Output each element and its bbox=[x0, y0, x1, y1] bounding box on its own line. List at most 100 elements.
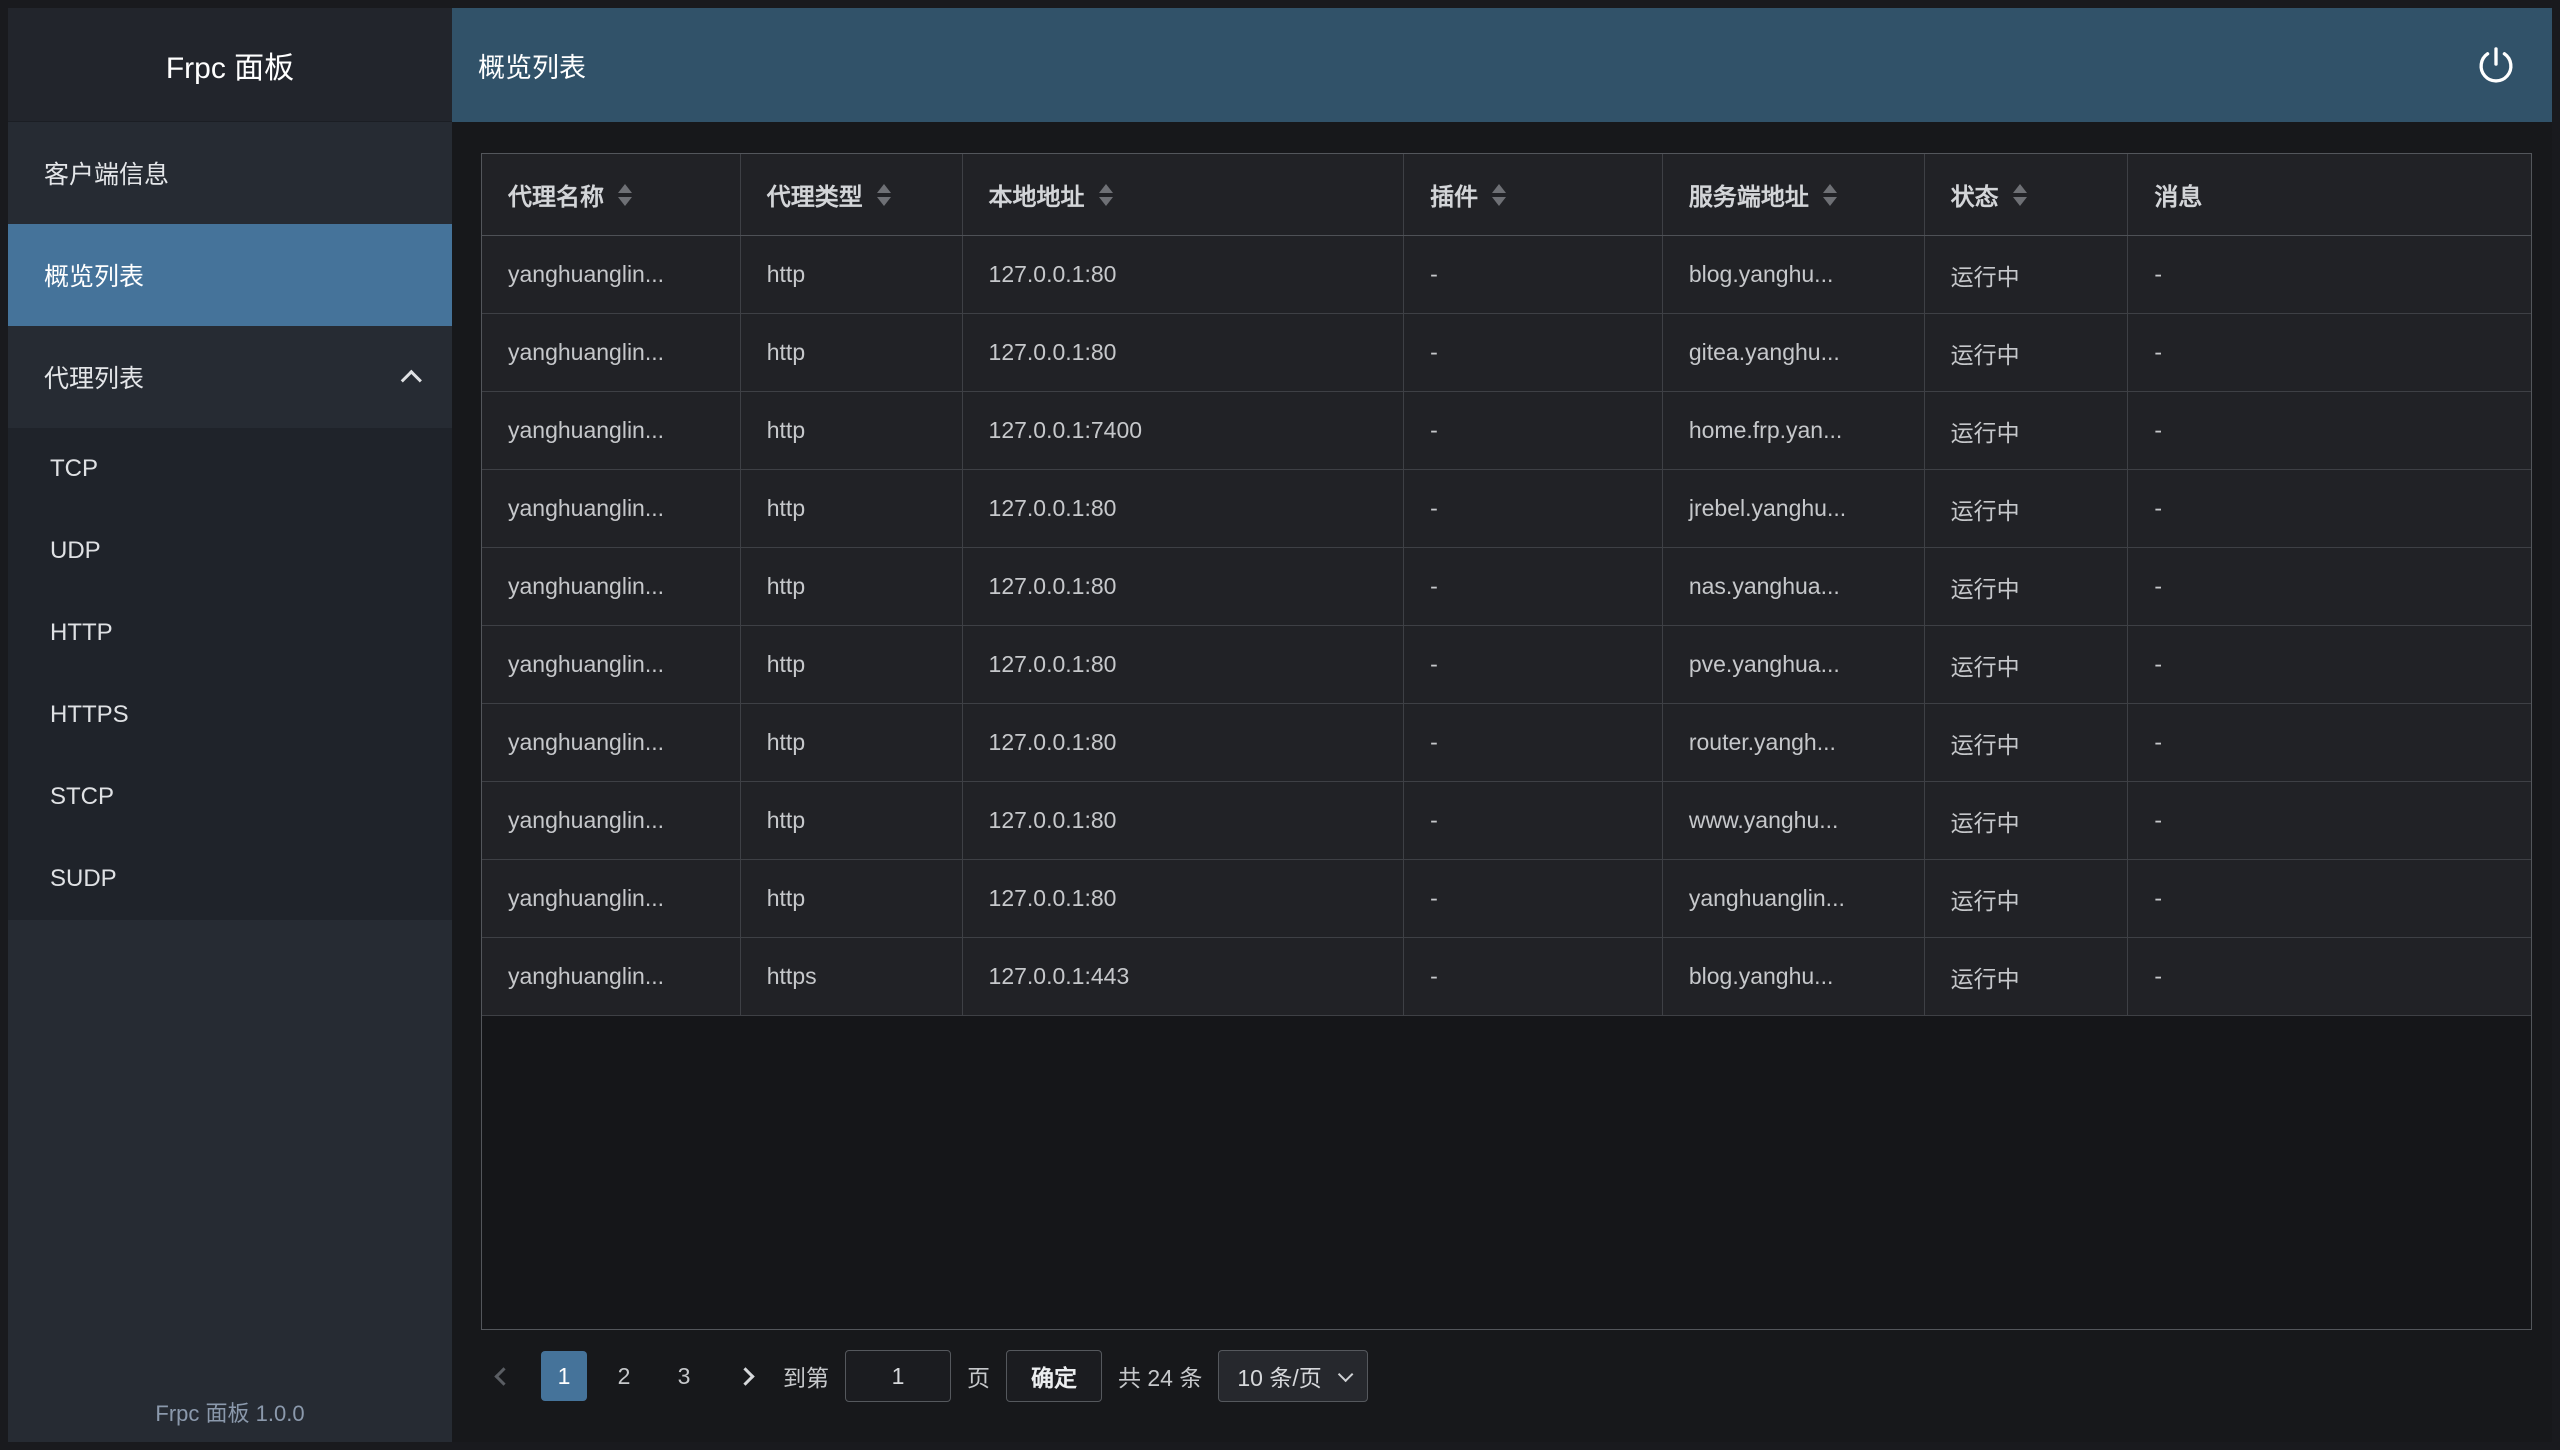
cell-proxy-type: https bbox=[741, 938, 963, 1015]
cell-plugin: - bbox=[1404, 548, 1663, 625]
app-version: Frpc 面板 1.0.0 bbox=[8, 1396, 452, 1428]
sidebar-item-label: 概览列表 bbox=[44, 257, 144, 293]
sidebar-item-sudp[interactable]: SUDP bbox=[8, 838, 452, 920]
sort-descending-icon[interactable] bbox=[1099, 197, 1113, 206]
cell-proxy-name: yanghuanglin... bbox=[482, 626, 741, 703]
sort-descending-icon[interactable] bbox=[1492, 197, 1506, 206]
cell-status: 运行中 bbox=[1925, 236, 2129, 313]
column-header-message: 消息 bbox=[2128, 154, 2531, 235]
cell-proxy-name: yanghuanglin... bbox=[482, 314, 741, 391]
cell-proxy-name: yanghuanglin... bbox=[482, 470, 741, 547]
cell-message: - bbox=[2128, 548, 2531, 625]
cell-status: 运行中 bbox=[1925, 314, 2129, 391]
goto-label: 到第 bbox=[783, 1359, 829, 1393]
table-row: yanghuanglin...http127.0.0.1:80-yanghuan… bbox=[482, 860, 2531, 938]
sort-descending-icon[interactable] bbox=[618, 197, 632, 206]
cell-proxy-name: yanghuanglin... bbox=[482, 236, 741, 313]
cell-local-address: 127.0.0.1:80 bbox=[963, 626, 1405, 703]
cell-message: - bbox=[2128, 236, 2531, 313]
cell-status: 运行中 bbox=[1925, 704, 2129, 781]
cell-local-address: 127.0.0.1:80 bbox=[963, 782, 1405, 859]
sidebar-item-udp[interactable]: UDP bbox=[8, 510, 452, 592]
sort-descending-icon[interactable] bbox=[1823, 197, 1837, 206]
table-row: yanghuanglin...http127.0.0.1:80-jrebel.y… bbox=[482, 470, 2531, 548]
cell-local-address: 127.0.0.1:80 bbox=[963, 314, 1405, 391]
sidebar-item-http[interactable]: HTTP bbox=[8, 592, 452, 674]
sidebar: Frpc 面板 客户端信息 概览列表 代理列表 TCPUDPHTTPHTTPSS… bbox=[8, 8, 452, 1442]
cell-proxy-type: http bbox=[741, 470, 963, 547]
cell-proxy-name: yanghuanglin... bbox=[482, 782, 741, 859]
sort-icon[interactable] bbox=[1492, 184, 1506, 206]
column-header-plugin[interactable]: 插件 bbox=[1404, 154, 1663, 235]
sidebar-item-overview[interactable]: 概览列表 bbox=[8, 224, 452, 326]
sort-ascending-icon[interactable] bbox=[877, 184, 891, 193]
cell-local-address: 127.0.0.1:80 bbox=[963, 236, 1405, 313]
cell-server-address: router.yangh... bbox=[1663, 704, 1925, 781]
sidebar-item-proxy-list[interactable]: 代理列表 bbox=[8, 326, 452, 428]
sort-ascending-icon[interactable] bbox=[1823, 184, 1837, 193]
sort-descending-icon[interactable] bbox=[2013, 197, 2027, 206]
sidebar-item-label: 代理列表 bbox=[44, 359, 144, 395]
table-header-row: 代理名称代理类型本地地址插件服务端地址状态消息 bbox=[482, 154, 2531, 236]
cell-plugin: - bbox=[1404, 860, 1663, 937]
chevron-down-icon bbox=[1338, 1366, 1354, 1382]
cell-plugin: - bbox=[1404, 236, 1663, 313]
sort-ascending-icon[interactable] bbox=[2013, 184, 2027, 193]
cell-local-address: 127.0.0.1:80 bbox=[963, 548, 1405, 625]
sort-ascending-icon[interactable] bbox=[1099, 184, 1113, 193]
cell-server-address: nas.yanghua... bbox=[1663, 548, 1925, 625]
cell-plugin: - bbox=[1404, 938, 1663, 1015]
cell-local-address: 127.0.0.1:443 bbox=[963, 938, 1405, 1015]
cell-proxy-type: http bbox=[741, 392, 963, 469]
table-row: yanghuanglin...http127.0.0.1:80-pve.yang… bbox=[482, 626, 2531, 704]
cell-local-address: 127.0.0.1:80 bbox=[963, 704, 1405, 781]
app-title: Frpc 面板 bbox=[8, 8, 452, 122]
page-button-3[interactable]: 3 bbox=[661, 1351, 707, 1401]
cell-plugin: - bbox=[1404, 392, 1663, 469]
page-button-1[interactable]: 1 bbox=[541, 1351, 587, 1401]
page-button-2[interactable]: 2 bbox=[601, 1351, 647, 1401]
total-count-label: 共 24 条 bbox=[1118, 1359, 1202, 1393]
page-size-select[interactable]: 10 条/页 bbox=[1218, 1350, 1367, 1402]
table-row: yanghuanglin...http127.0.0.1:80-router.y… bbox=[482, 704, 2531, 782]
cell-status: 运行中 bbox=[1925, 782, 2129, 859]
cell-server-address: home.frp.yan... bbox=[1663, 392, 1925, 469]
sidebar-item-tcp[interactable]: TCP bbox=[8, 428, 452, 510]
cell-message: - bbox=[2128, 704, 2531, 781]
sort-descending-icon[interactable] bbox=[877, 197, 891, 206]
sort-icon[interactable] bbox=[2013, 184, 2027, 206]
next-page-button[interactable] bbox=[723, 1353, 767, 1399]
sidebar-item-stcp[interactable]: STCP bbox=[8, 756, 452, 838]
cell-plugin: - bbox=[1404, 470, 1663, 547]
sidebar-item-https[interactable]: HTTPS bbox=[8, 674, 452, 756]
cell-plugin: - bbox=[1404, 314, 1663, 391]
overview-table: 代理名称代理类型本地地址插件服务端地址状态消息 yanghuanglin...h… bbox=[481, 153, 2532, 1330]
sort-icon[interactable] bbox=[877, 184, 891, 206]
pagination-bar: 123 到第 页 确定 共 24 条 10 条/页 bbox=[481, 1346, 1368, 1406]
table-row: yanghuanglin...http127.0.0.1:80-gitea.ya… bbox=[482, 314, 2531, 392]
goto-page-input[interactable] bbox=[845, 1350, 951, 1402]
cell-status: 运行中 bbox=[1925, 626, 2129, 703]
sort-ascending-icon[interactable] bbox=[1492, 184, 1506, 193]
cell-status: 运行中 bbox=[1925, 548, 2129, 625]
column-header-server-address[interactable]: 服务端地址 bbox=[1663, 154, 1925, 235]
column-header-local-address[interactable]: 本地地址 bbox=[963, 154, 1405, 235]
sort-icon[interactable] bbox=[618, 184, 632, 206]
column-header-status[interactable]: 状态 bbox=[1925, 154, 2129, 235]
column-header-proxy-type[interactable]: 代理类型 bbox=[741, 154, 963, 235]
sort-ascending-icon[interactable] bbox=[618, 184, 632, 193]
column-header-proxy-name[interactable]: 代理名称 bbox=[482, 154, 741, 235]
table-row: yanghuanglin...http127.0.0.1:80-blog.yan… bbox=[482, 236, 2531, 314]
power-button[interactable] bbox=[2468, 37, 2524, 93]
cell-plugin: - bbox=[1404, 782, 1663, 859]
cell-local-address: 127.0.0.1:80 bbox=[963, 470, 1405, 547]
confirm-button[interactable]: 确定 bbox=[1006, 1350, 1102, 1402]
cell-message: - bbox=[2128, 938, 2531, 1015]
page-size-value: 10 条/页 bbox=[1237, 1359, 1321, 1393]
prev-page-button[interactable] bbox=[481, 1353, 525, 1399]
sort-icon[interactable] bbox=[1823, 184, 1837, 206]
sort-icon[interactable] bbox=[1099, 184, 1113, 206]
cell-server-address: blog.yanghu... bbox=[1663, 236, 1925, 313]
cell-status: 运行中 bbox=[1925, 860, 2129, 937]
sidebar-item-client-info[interactable]: 客户端信息 bbox=[8, 122, 452, 224]
